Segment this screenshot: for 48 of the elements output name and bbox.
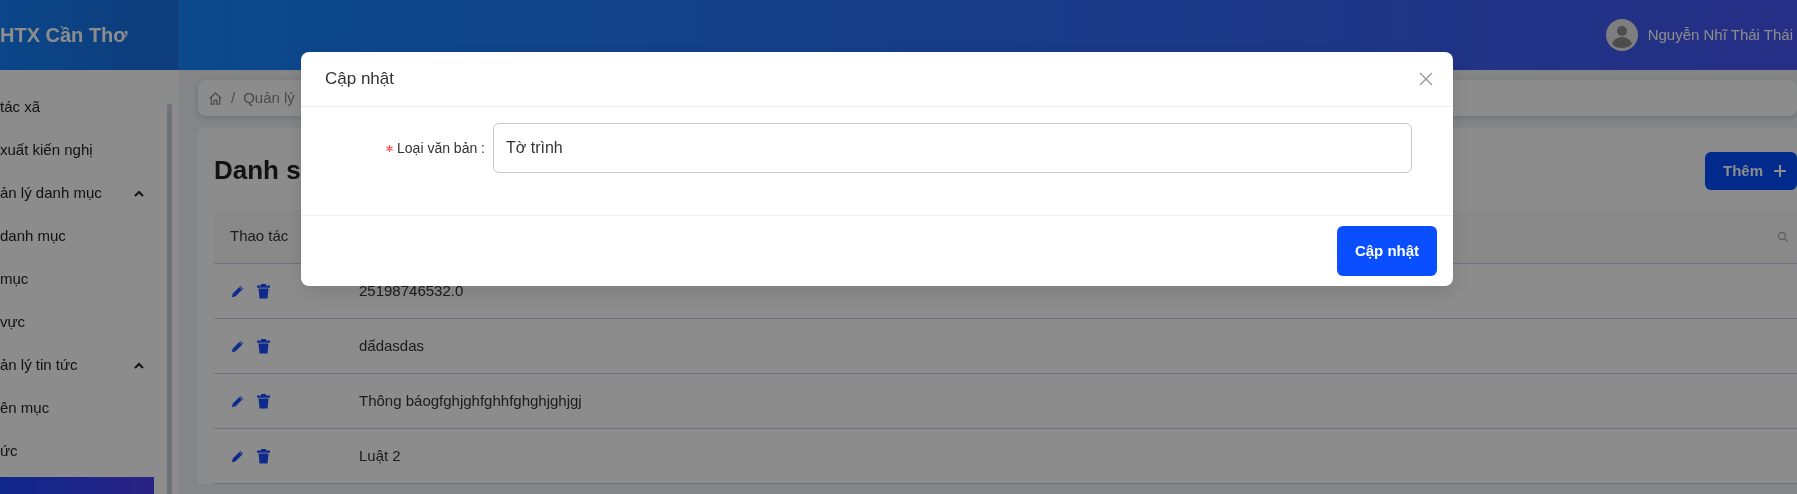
- sidebar-item[interactable]: ên mục: [0, 387, 154, 430]
- pencil-icon[interactable]: [230, 448, 245, 464]
- sidebar-item-label: tác xã: [0, 97, 41, 118]
- sidebar-item[interactable]: danh mục: [0, 215, 154, 258]
- field-label: Loại văn bản :: [397, 138, 485, 158]
- sidebar-item-label: ản lý danh mục: [0, 183, 102, 204]
- table-cell-text: Thông báogfghjghfghhfghghjghjgj: [359, 390, 582, 411]
- sidebar-item-label: ức: [0, 441, 18, 462]
- sidebar-item[interactable]: ản lý tin tức: [0, 344, 154, 387]
- sidebar-item[interactable]: xuất kiến nghị: [0, 129, 154, 172]
- table-cell-text: Luật 2: [359, 445, 401, 466]
- chevron-up-icon[interactable]: [134, 189, 144, 198]
- trash-icon[interactable]: [257, 338, 270, 354]
- document-type-field[interactable]: Tờ trình: [493, 123, 1412, 173]
- sidebar-item-label: ản lý tin tức: [0, 355, 78, 376]
- user-name[interactable]: Nguyễn Nhĩ Thái Thái: [1647, 23, 1793, 47]
- close-button[interactable]: [1419, 72, 1433, 86]
- dialog-title: Cập nhật: [325, 68, 394, 91]
- sidebar-item[interactable]: ản lý danh mục: [0, 172, 154, 215]
- brand-name: HTX Cần Thơ: [0, 0, 178, 70]
- table-cell-text: dấdasdas: [359, 335, 425, 356]
- scrollbar[interactable]: [167, 104, 172, 494]
- sidebar-item-label: ên mục: [0, 398, 50, 419]
- avatar-icon[interactable]: [1605, 19, 1638, 51]
- home-icon[interactable]: [208, 90, 223, 106]
- pencil-icon[interactable]: [230, 338, 245, 354]
- pencil-icon[interactable]: [230, 393, 245, 409]
- sidebar-item[interactable]: vực: [0, 301, 154, 344]
- pencil-icon[interactable]: [230, 283, 245, 299]
- trash-icon[interactable]: [257, 283, 270, 299]
- add-button[interactable]: Thêm: [1705, 151, 1797, 191]
- chevron-up-icon[interactable]: [134, 361, 144, 370]
- sidebar-item[interactable]: mục: [0, 258, 154, 301]
- column-header: Thao tác: [230, 226, 289, 247]
- sidebar-item-label: mục: [0, 269, 29, 290]
- breadcrumb-separator: /: [231, 87, 236, 108]
- sidebar-item-label: danh mục: [0, 226, 66, 247]
- trash-icon[interactable]: [257, 393, 270, 409]
- plus-icon: [1773, 164, 1787, 178]
- sidebar-item[interactable]: ức: [0, 430, 154, 473]
- sidebar-item-label: vực: [0, 312, 26, 333]
- search-icon[interactable]: [1777, 230, 1789, 243]
- sidebar-item-label: xuất kiến nghị: [0, 140, 93, 161]
- trash-icon[interactable]: [257, 448, 270, 464]
- sidebar-item[interactable]: tác xã: [0, 86, 154, 129]
- page-title: Danh s: [214, 155, 301, 187]
- update-button[interactable]: Cập nhật: [1337, 226, 1437, 276]
- table-cell-text: 25198746532.0: [359, 280, 464, 301]
